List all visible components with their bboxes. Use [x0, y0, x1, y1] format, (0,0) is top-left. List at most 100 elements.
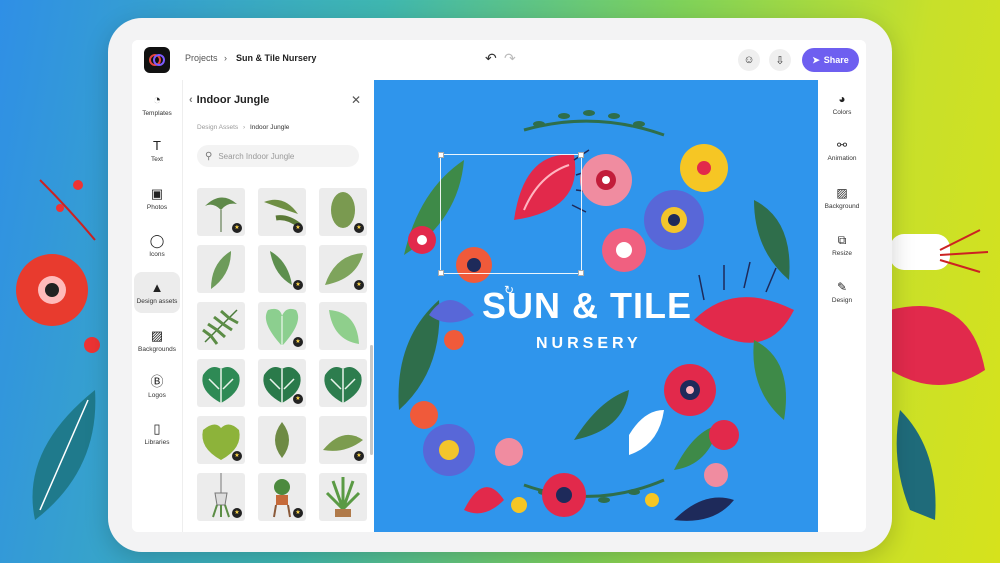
premium-badge-icon: ★ [293, 508, 303, 518]
selection-handle[interactable] [438, 152, 444, 158]
rail-photos[interactable]: ▣ Photos [134, 186, 180, 211]
rail-label: Animation [827, 155, 857, 162]
asset-tile[interactable] [319, 359, 367, 407]
back-icon[interactable]: ‹ [189, 94, 193, 106]
selection-box[interactable] [438, 152, 584, 276]
redo-button[interactable]: ↷ [504, 50, 516, 67]
rail-logos[interactable]: Ⓑ Logos [134, 374, 180, 399]
rail-background[interactable]: ▨ Background [818, 186, 866, 210]
asset-tile[interactable] [319, 302, 367, 350]
premium-badge-icon: ★ [293, 223, 303, 233]
panel-title-text: Indoor Jungle [196, 94, 270, 106]
rail-label: Libraries [144, 439, 170, 446]
rail-label: Photos [146, 204, 168, 211]
asset-tile[interactable] [258, 416, 306, 464]
brand-subtitle[interactable]: NURSERY [536, 335, 642, 353]
premium-badge-icon: ★ [293, 337, 303, 347]
photos-icon: ▣ [150, 186, 164, 201]
rail-label: Background [824, 203, 860, 210]
rail-libraries[interactable]: ▯ Libraries [134, 421, 180, 446]
share-label: Share [823, 55, 849, 65]
rail-label: Resize [832, 250, 852, 257]
download-icon[interactable]: ⇩ [769, 49, 791, 71]
undo-button[interactable]: ↶ [485, 50, 497, 67]
libraries-icon: ▯ [153, 421, 161, 436]
selection-handle[interactable] [438, 270, 444, 276]
rail-label: Text [151, 156, 163, 163]
asset-tile[interactable] [197, 245, 245, 293]
asset-tile[interactable]: ★ [197, 473, 245, 521]
rail-label: Colors [832, 109, 852, 116]
app-screen: Projects › Sun & Tile Nursery ↶ ↷ ☺ ⇩ ➤ S… [132, 40, 866, 532]
design-assets-icon: ▲ [150, 280, 164, 295]
rail-label: Templates [142, 110, 172, 117]
asset-tile[interactable]: ★ [258, 302, 306, 350]
rail-text[interactable]: T Text [134, 138, 180, 163]
asset-tile[interactable]: ★ [258, 245, 306, 293]
asset-tile[interactable]: ★ [258, 188, 306, 236]
add-collaborator-icon[interactable]: ☺ [738, 49, 760, 71]
asset-tile[interactable]: ★ [319, 416, 367, 464]
rail-label: Logos [148, 392, 166, 399]
premium-badge-icon: ★ [293, 280, 303, 290]
search-input[interactable]: ⚲ Search Indoor Jungle [197, 145, 359, 167]
asset-tile[interactable]: ★ [319, 188, 367, 236]
project-name[interactable]: Sun & Tile Nursery [236, 53, 316, 63]
rail-label: Design assets [136, 298, 178, 305]
top-bar: Projects › Sun & Tile Nursery ↶ ↷ ☺ ⇩ ➤ S… [132, 40, 866, 81]
rail-label: Backgrounds [138, 346, 176, 353]
icons-icon: ◯ [149, 233, 165, 248]
left-rail: ◔ Templates T Text ▣ Photos ◯ Icons ▲ Design … [132, 80, 182, 532]
design-canvas[interactable]: ↻ SUN & TILE NURSERY [374, 80, 818, 532]
premium-badge-icon: ★ [354, 280, 364, 290]
rail-label: Icons [149, 251, 165, 258]
design-icon: ✎ [836, 280, 848, 294]
asset-tile[interactable]: ★ [197, 416, 245, 464]
share-button[interactable]: ➤ Share [802, 48, 859, 72]
assets-panel: ‹ Indoor Jungle ✕ Design Assets › Indoor … [182, 80, 376, 532]
asset-tile[interactable] [197, 359, 245, 407]
selection-handle[interactable] [578, 152, 584, 158]
search-placeholder: Search Indoor Jungle [218, 151, 295, 161]
panel-breadcrumb: Design Assets › Indoor Jungle [197, 124, 289, 131]
tablet-frame: Projects › Sun & Tile Nursery ↶ ↷ ☺ ⇩ ➤ S… [108, 18, 892, 552]
search-icon: ⚲ [205, 150, 213, 162]
text-icon: T [153, 138, 161, 153]
rail-design[interactable]: ✎ Design [818, 280, 866, 304]
rail-design-assets[interactable]: ▲ Design assets [134, 272, 180, 313]
asset-tile[interactable]: ★ [258, 359, 306, 407]
background-icon: ▨ [836, 186, 848, 200]
close-icon[interactable]: ✕ [351, 93, 361, 107]
send-icon: ➤ [812, 54, 820, 65]
breadcrumb-separator: › [224, 53, 227, 63]
breadcrumb-design-assets[interactable]: Design Assets [197, 124, 238, 131]
premium-badge-icon: ★ [232, 223, 242, 233]
breadcrumb-separator: › [243, 124, 246, 131]
templates-icon: ◔ [153, 92, 161, 107]
colors-icon: ◕ [838, 92, 846, 106]
premium-badge-icon: ★ [293, 394, 303, 404]
right-rail: ◕ Colors ⚯ Animation ▨ Background ⧉ Resize ✎… [818, 80, 866, 532]
asset-tile[interactable]: ★ [258, 473, 306, 521]
rail-resize[interactable]: ⧉ Resize [818, 233, 866, 257]
asset-tile[interactable]: ★ [319, 245, 367, 293]
brand-title[interactable]: SUN & TILE [482, 285, 692, 327]
asset-tile[interactable] [197, 302, 245, 350]
premium-badge-icon: ★ [232, 508, 242, 518]
asset-tile[interactable]: ★ [197, 188, 245, 236]
app-logo-icon[interactable] [144, 47, 170, 73]
background-flower-left [16, 179, 100, 520]
breadcrumb-projects[interactable]: Projects [185, 53, 218, 63]
background-flower-right [890, 229, 989, 520]
rail-label: Design [831, 297, 853, 304]
resize-icon: ⧉ [837, 233, 847, 247]
asset-tile[interactable] [319, 473, 367, 521]
logos-icon: Ⓑ [150, 374, 164, 389]
rail-icons[interactable]: ◯ Icons [134, 233, 180, 258]
rail-templates[interactable]: ◔ Templates [134, 92, 180, 117]
rail-backgrounds[interactable]: ▨ Backgrounds [134, 328, 180, 353]
panel-scrollbar[interactable] [370, 345, 373, 455]
rail-colors[interactable]: ◕ Colors [818, 92, 866, 116]
selection-handle[interactable] [578, 270, 584, 276]
rail-animation[interactable]: ⚯ Animation [818, 138, 866, 162]
